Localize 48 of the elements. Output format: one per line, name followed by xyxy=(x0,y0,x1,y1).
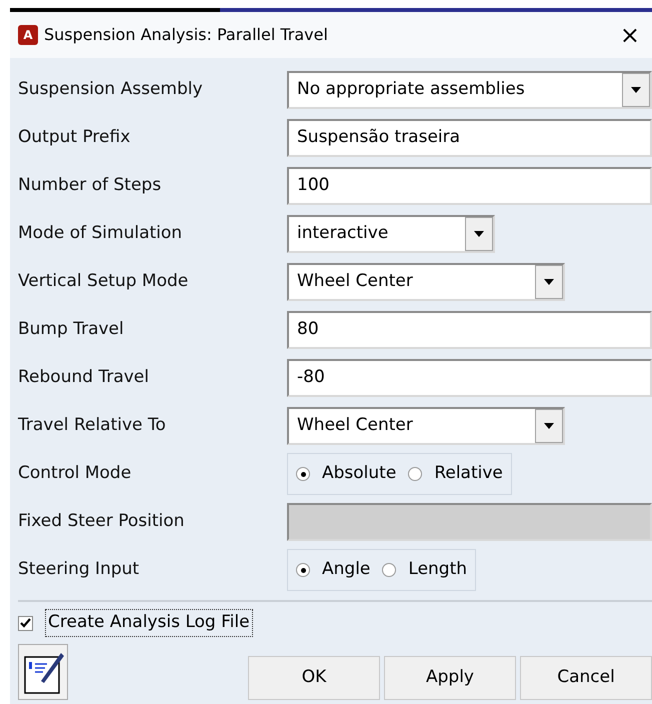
dialog-button[interactable]: OK xyxy=(248,656,380,700)
caret-icon xyxy=(631,87,641,93)
dropdown-arrow-button[interactable] xyxy=(535,409,563,443)
field-label: Rebound Travel xyxy=(18,366,150,390)
dropdown[interactable]: Wheel Center xyxy=(287,263,565,301)
dropdown-value: Wheel Center xyxy=(296,414,414,438)
notes-edit-button[interactable] xyxy=(18,644,68,700)
input-field[interactable]: -80 xyxy=(287,359,652,397)
field-label: Travel Relative To xyxy=(18,414,167,438)
field-label: Number of Steps xyxy=(18,174,162,198)
dialog-button[interactable]: Cancel xyxy=(520,656,652,700)
dropdown-value: Wheel Center xyxy=(296,270,414,294)
input-field[interactable]: 100 xyxy=(287,167,652,205)
field-label: Mode of Simulation xyxy=(18,222,184,246)
radio-option[interactable]: Absolute xyxy=(296,461,396,487)
field-label: Suspension Assembly xyxy=(18,78,204,102)
radio-option[interactable]: Length xyxy=(382,557,468,583)
field-label: Vertical Setup Mode xyxy=(18,270,190,294)
dropdown-arrow-button[interactable] xyxy=(535,265,563,299)
radio-option[interactable]: Angle xyxy=(296,557,370,583)
window-title: Suspension Analysis: Parallel Travel xyxy=(44,24,329,46)
checkbox[interactable] xyxy=(18,616,33,630)
field-label: Steering Input xyxy=(18,558,140,582)
dropdown-arrow-button[interactable] xyxy=(622,73,650,107)
dropdown-value: No appropriate assemblies xyxy=(296,78,526,102)
field-label: Output Prefix xyxy=(18,126,132,150)
caret-icon xyxy=(544,279,554,285)
close-button[interactable]: × xyxy=(620,23,640,47)
radio-button[interactable] xyxy=(382,563,396,577)
dropdown-arrow-button[interactable] xyxy=(465,217,493,251)
dropdown[interactable]: interactive xyxy=(287,215,495,253)
field-label: Control Mode xyxy=(18,462,132,486)
dialog-button[interactable]: Apply xyxy=(384,656,516,700)
radio-button[interactable] xyxy=(296,563,310,577)
radio-button[interactable] xyxy=(296,467,310,481)
input-field[interactable]: 80 xyxy=(287,311,652,349)
radio-option[interactable]: Relative xyxy=(408,461,503,487)
input-field[interactable]: Suspensão traseira xyxy=(287,119,652,157)
caret-icon xyxy=(474,231,484,237)
dropdown[interactable]: Wheel Center xyxy=(287,407,565,445)
radio-button[interactable] xyxy=(408,467,422,481)
caret-icon xyxy=(544,423,554,429)
field-label: Fixed Steer Position xyxy=(18,510,186,534)
app-icon: A xyxy=(18,25,38,45)
dropdown[interactable]: No appropriate assemblies xyxy=(287,71,652,109)
field-label: Bump Travel xyxy=(18,318,125,342)
dropdown-value: interactive xyxy=(296,222,390,246)
checkbox-label[interactable]: Create Analysis Log File xyxy=(45,609,253,637)
